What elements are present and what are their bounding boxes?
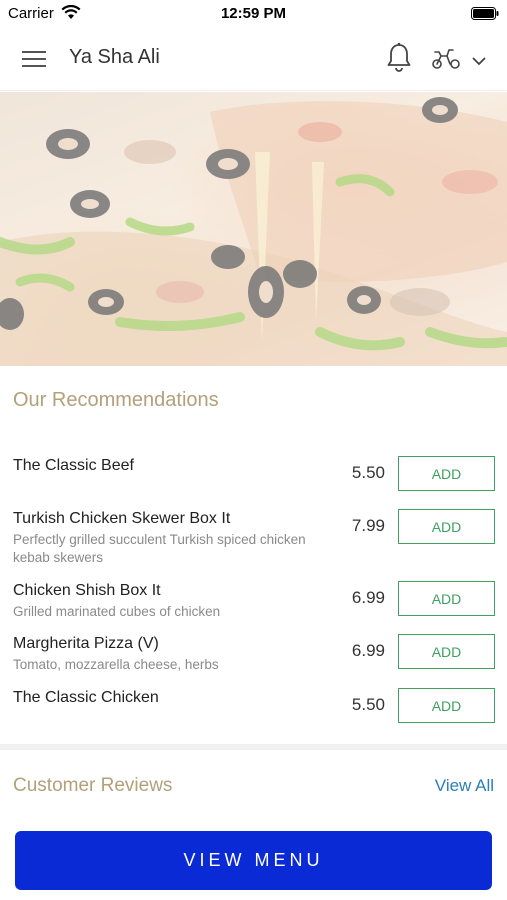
item-name: The Classic Chicken — [13, 689, 159, 706]
menu-item: Turkish Chicken Skewer Box It Perfectly … — [13, 509, 495, 566]
battery-icon — [471, 7, 499, 25]
recommendations-heading: Our Recommendations — [13, 389, 219, 411]
menu-icon[interactable] — [22, 49, 48, 69]
menu-item: Margherita Pizza (V) Tomato, mozzarella … — [13, 634, 495, 675]
item-price: 6.99 — [351, 588, 385, 607]
menu-item: The Classic Beef 5.50 ADD — [13, 456, 495, 493]
item-description: Tomato, mozzarella cheese, herbs — [13, 657, 219, 672]
chevron-down-icon[interactable] — [472, 53, 486, 71]
hero-pizza-image — [0, 92, 507, 366]
add-button[interactable]: ADD — [398, 688, 495, 723]
item-name: Turkish Chicken Skewer Box It — [13, 510, 231, 527]
restaurant-title: Ya Sha Ali — [69, 46, 160, 68]
item-name: The Classic Beef — [13, 457, 134, 474]
item-description: Perfectly grilled succulent Turkish spic… — [13, 532, 306, 565]
add-button[interactable]: ADD — [398, 456, 495, 491]
status-bar: Carrier 12:59 PM — [0, 0, 507, 28]
menu-item: Chicken Shish Box It Grilled marinated c… — [13, 581, 495, 622]
item-description: Grilled marinated cubes of chicken — [13, 604, 221, 619]
item-price: 5.50 — [351, 463, 385, 482]
item-name: Margherita Pizza (V) — [13, 635, 159, 652]
item-price: 6.99 — [351, 641, 385, 660]
view-menu-button[interactable]: VIEW MENU — [15, 831, 492, 890]
scooter-icon[interactable] — [431, 46, 461, 75]
add-button[interactable]: ADD — [398, 509, 495, 544]
view-all-link[interactable]: View All — [435, 776, 494, 796]
add-button[interactable]: ADD — [398, 634, 495, 669]
menu-item: The Classic Chicken 5.50 ADD — [13, 688, 495, 725]
add-button[interactable]: ADD — [398, 581, 495, 616]
app-header: Ya Sha Ali — [0, 28, 507, 91]
section-divider — [0, 744, 507, 750]
clock-label: 12:59 PM — [220, 5, 287, 22]
item-price: 7.99 — [351, 516, 385, 535]
reviews-heading: Customer Reviews — [13, 775, 173, 796]
item-name: Chicken Shish Box It — [13, 582, 161, 599]
image-overlay — [0, 92, 507, 366]
bell-icon[interactable] — [386, 42, 412, 79]
item-price: 5.50 — [351, 695, 385, 714]
